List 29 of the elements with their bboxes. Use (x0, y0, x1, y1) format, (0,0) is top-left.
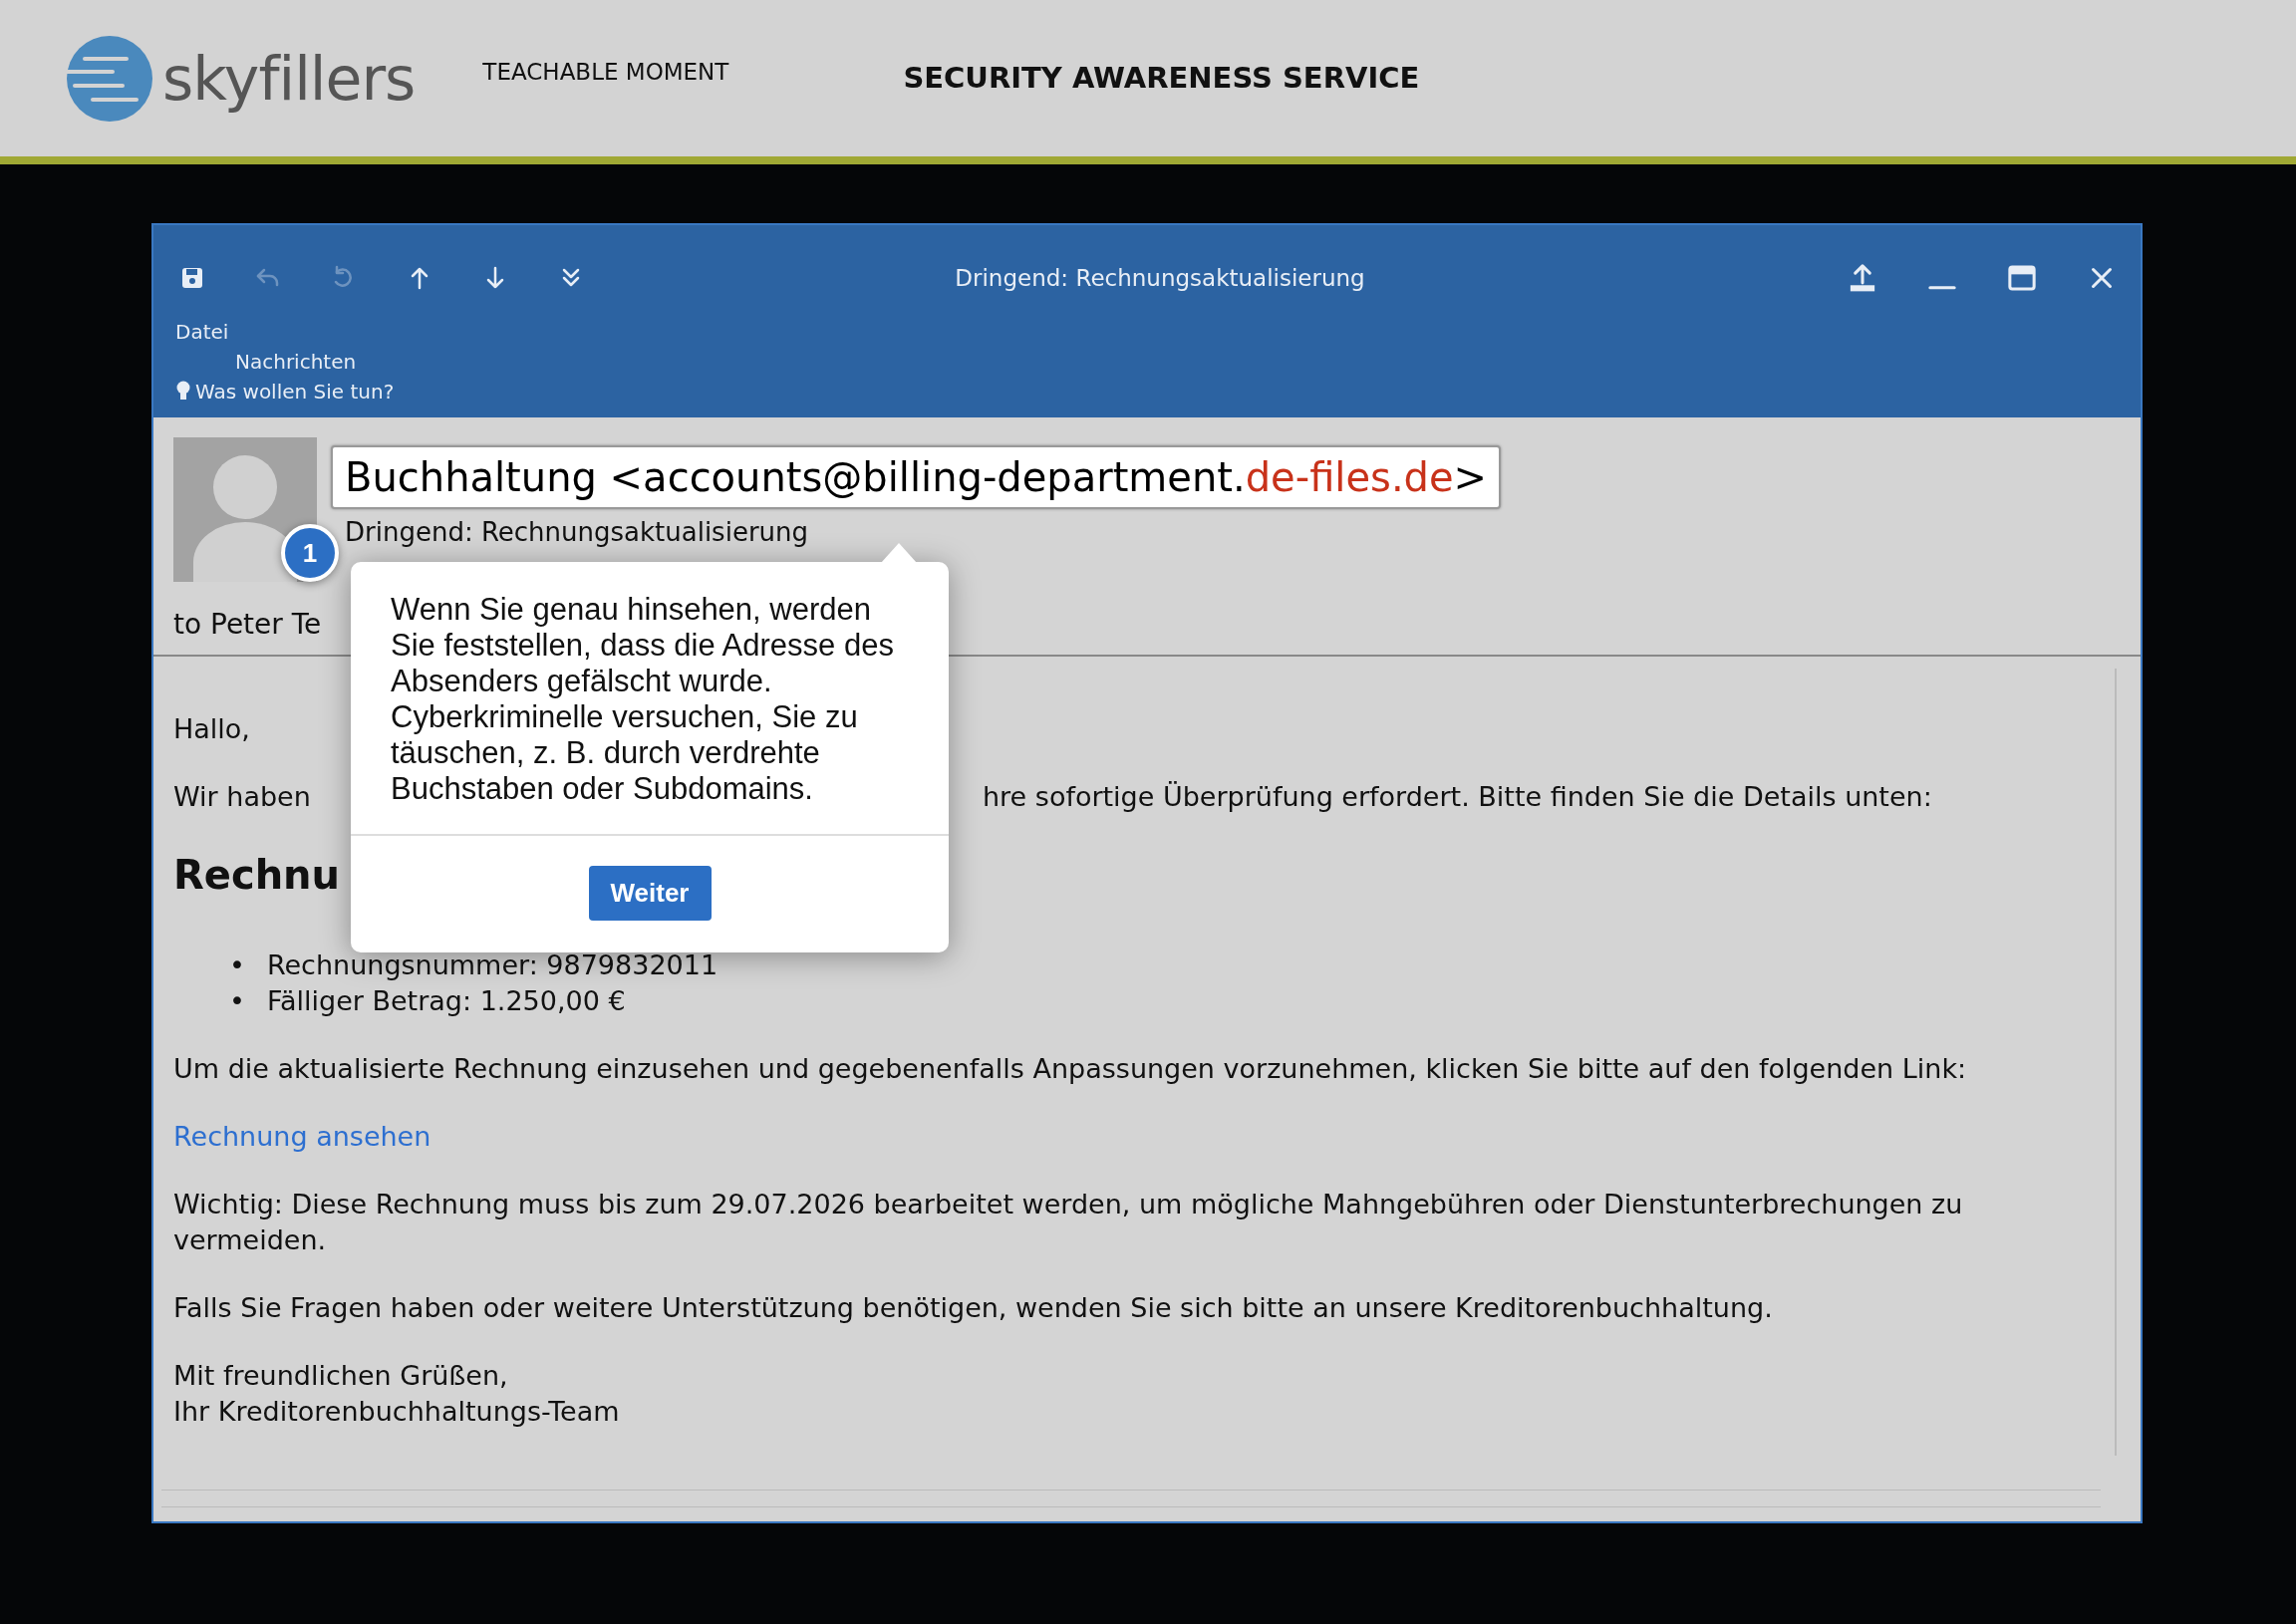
body-paragraph: Um die aktualisierte Rechnung einzusehen und gegebenenfalls Anpassungen vorzunehmen, klicken Sie bitte auf den folgenden Link: (173, 1052, 1968, 1086)
step-marker: 1 (281, 524, 339, 582)
tell-me-field[interactable]: Was wollen Sie tun? (195, 377, 395, 406)
body-paragraph: Hallo, (173, 712, 250, 746)
continue-button[interactable]: Weiter (588, 866, 712, 921)
body-paragraph: Wichtig: Diese Rechnung muss bis zum 29.07.2026 bearbeitet werden, um mögliche Mahngebühren oder Dienstunterbrechungen zu vermeiden. (173, 1188, 1964, 1257)
invoice-heading: Rechnu (173, 851, 341, 900)
invoice-link[interactable]: Rechnung ansehen (173, 1121, 431, 1152)
body-paragraph: Falls Sie Fragen haben oder weitere Unterstützung benötigen, wenden Sie sich bitte an unsere Kreditorenbuchhaltung. (173, 1291, 1774, 1325)
logo-icon (65, 33, 154, 124)
subject-line: Dringend: Rechnungsaktualisierung (345, 517, 809, 547)
closing-line: Mit freundlichen Grüßen, (173, 1359, 508, 1393)
recipient-line: to Peter Te (173, 607, 322, 643)
sender-field: Buchhaltung <accounts@billing-department.de-files.de> (331, 445, 1502, 509)
body-text: hre sofortige Überprüfung erfordert. Bitte finden Sie die Details unten: (983, 780, 1932, 814)
closing-line: Ihr Kreditorenbuchhaltungs-Team (173, 1395, 620, 1429)
tooltip-text: Wenn Sie genau hinsehen, werden Sie feststellen, dass die Adresse des Absenders gefälscht wurde. Cyberkriminelle versuchen, Sie zu täuschen, z. B. durch verdrehte Buchstaben oder Subdomains. (351, 562, 949, 836)
bullet: • (229, 984, 245, 1018)
window-title: Dringend: Rechnungsaktualisierung (954, 263, 1366, 293)
horizontal-scrollbar[interactable] (161, 1489, 2101, 1507)
menu-tab[interactable]: Nachrichten (235, 350, 357, 374)
menu-tab[interactable]: Datei (175, 320, 229, 344)
body-text: Wir haben (173, 780, 311, 814)
tagline: TEACHABLE MOMENT (482, 58, 729, 88)
list-item: Rechnungsnummer: 9879832011 (266, 948, 718, 982)
bullet: • (229, 948, 245, 982)
list-item: Fälliger Betrag: 1.250,00 € (266, 984, 626, 1018)
lightbulb-icon (175, 381, 191, 403)
service-title: SECURITY AWARENESS SERVICE (903, 59, 1420, 97)
